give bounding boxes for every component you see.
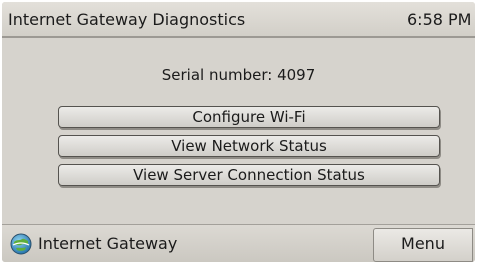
clock-time: 6:58 PM (407, 10, 472, 29)
view-server-connection-status-button[interactable]: View Server Connection Status (58, 164, 440, 186)
view-network-status-button[interactable]: View Network Status (58, 135, 440, 157)
configure-wifi-button[interactable]: Configure Wi-Fi (58, 106, 440, 128)
serial-number-label: Serial number: 4097 (161, 66, 316, 84)
touch-screen: Internet Gateway Diagnostics 6:58 PM Ser… (2, 2, 475, 262)
device-frame: Internet Gateway Diagnostics 6:58 PM Ser… (0, 0, 477, 264)
app-label: Internet Gateway (38, 234, 178, 253)
title-bar: Internet Gateway Diagnostics 6:58 PM (2, 2, 475, 38)
bottom-bar: Internet Gateway Menu (2, 224, 475, 262)
menu-button[interactable]: Menu (373, 228, 473, 262)
globe-icon (10, 233, 32, 255)
page-title: Internet Gateway Diagnostics (8, 10, 246, 29)
